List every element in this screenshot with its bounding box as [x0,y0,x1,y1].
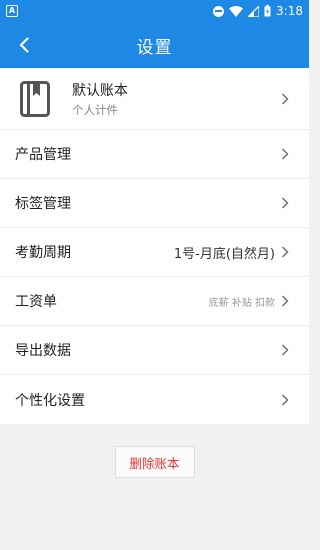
row-label: 个性化设置 [15,392,85,409]
wifi-icon [229,5,244,17]
back-button[interactable] [10,22,38,68]
chevron-right-icon [282,344,289,356]
row-label: 工资单 [15,294,57,310]
app-bar: 设置 [0,22,309,68]
delete-area: 删除账本 [0,446,309,478]
signal-icon [248,5,260,17]
chevron-left-icon [19,37,29,53]
do-not-disturb-icon [213,5,225,17]
row-tag-management[interactable]: 标签管理 [0,179,309,228]
chevron-right-icon [282,295,289,307]
delete-account-button[interactable]: 删除账本 [114,446,195,478]
chevron-right-icon [282,148,289,160]
chevron-right-icon [282,394,289,405]
battery-charging-icon [264,5,271,17]
chevron-right-icon [282,246,289,258]
page-title: 设置 [136,37,173,58]
attendance-cycle-value: 1号-月底(自然月) [173,246,275,262]
book-icon [20,80,50,117]
row-label: 导出数据 [15,343,71,359]
row-product-management[interactable]: 产品管理 [0,130,309,179]
account-row[interactable]: 默认账本 个人计件 [0,68,309,130]
row-export-data[interactable]: 导出数据 [0,326,309,375]
row-label: 考勤周期 [15,245,71,261]
account-name: 默认账本 [72,82,128,99]
row-attendance-cycle[interactable]: 考勤周期 1号-月底(自然月) [0,228,309,277]
notification-a-icon: A [6,5,18,17]
account-subtitle: 个人计件 [72,102,118,117]
status-time: 3:18 [276,4,303,18]
payslip-hint: 底薪 补贴 扣款 [208,297,275,309]
chevron-right-icon [282,197,289,209]
settings-list: 默认账本 个人计件 产品管理 标签管理 考勤周期 1号-月底(自然月) 工资单 … [0,68,309,424]
chevron-right-icon [282,93,289,104]
row-label: 产品管理 [15,147,71,163]
row-payslip[interactable]: 工资单 底薪 补贴 扣款 [0,277,309,326]
status-bar: A 3:18 [0,0,309,22]
row-label: 标签管理 [15,196,71,212]
row-personalization[interactable]: 个性化设置 [0,375,309,424]
